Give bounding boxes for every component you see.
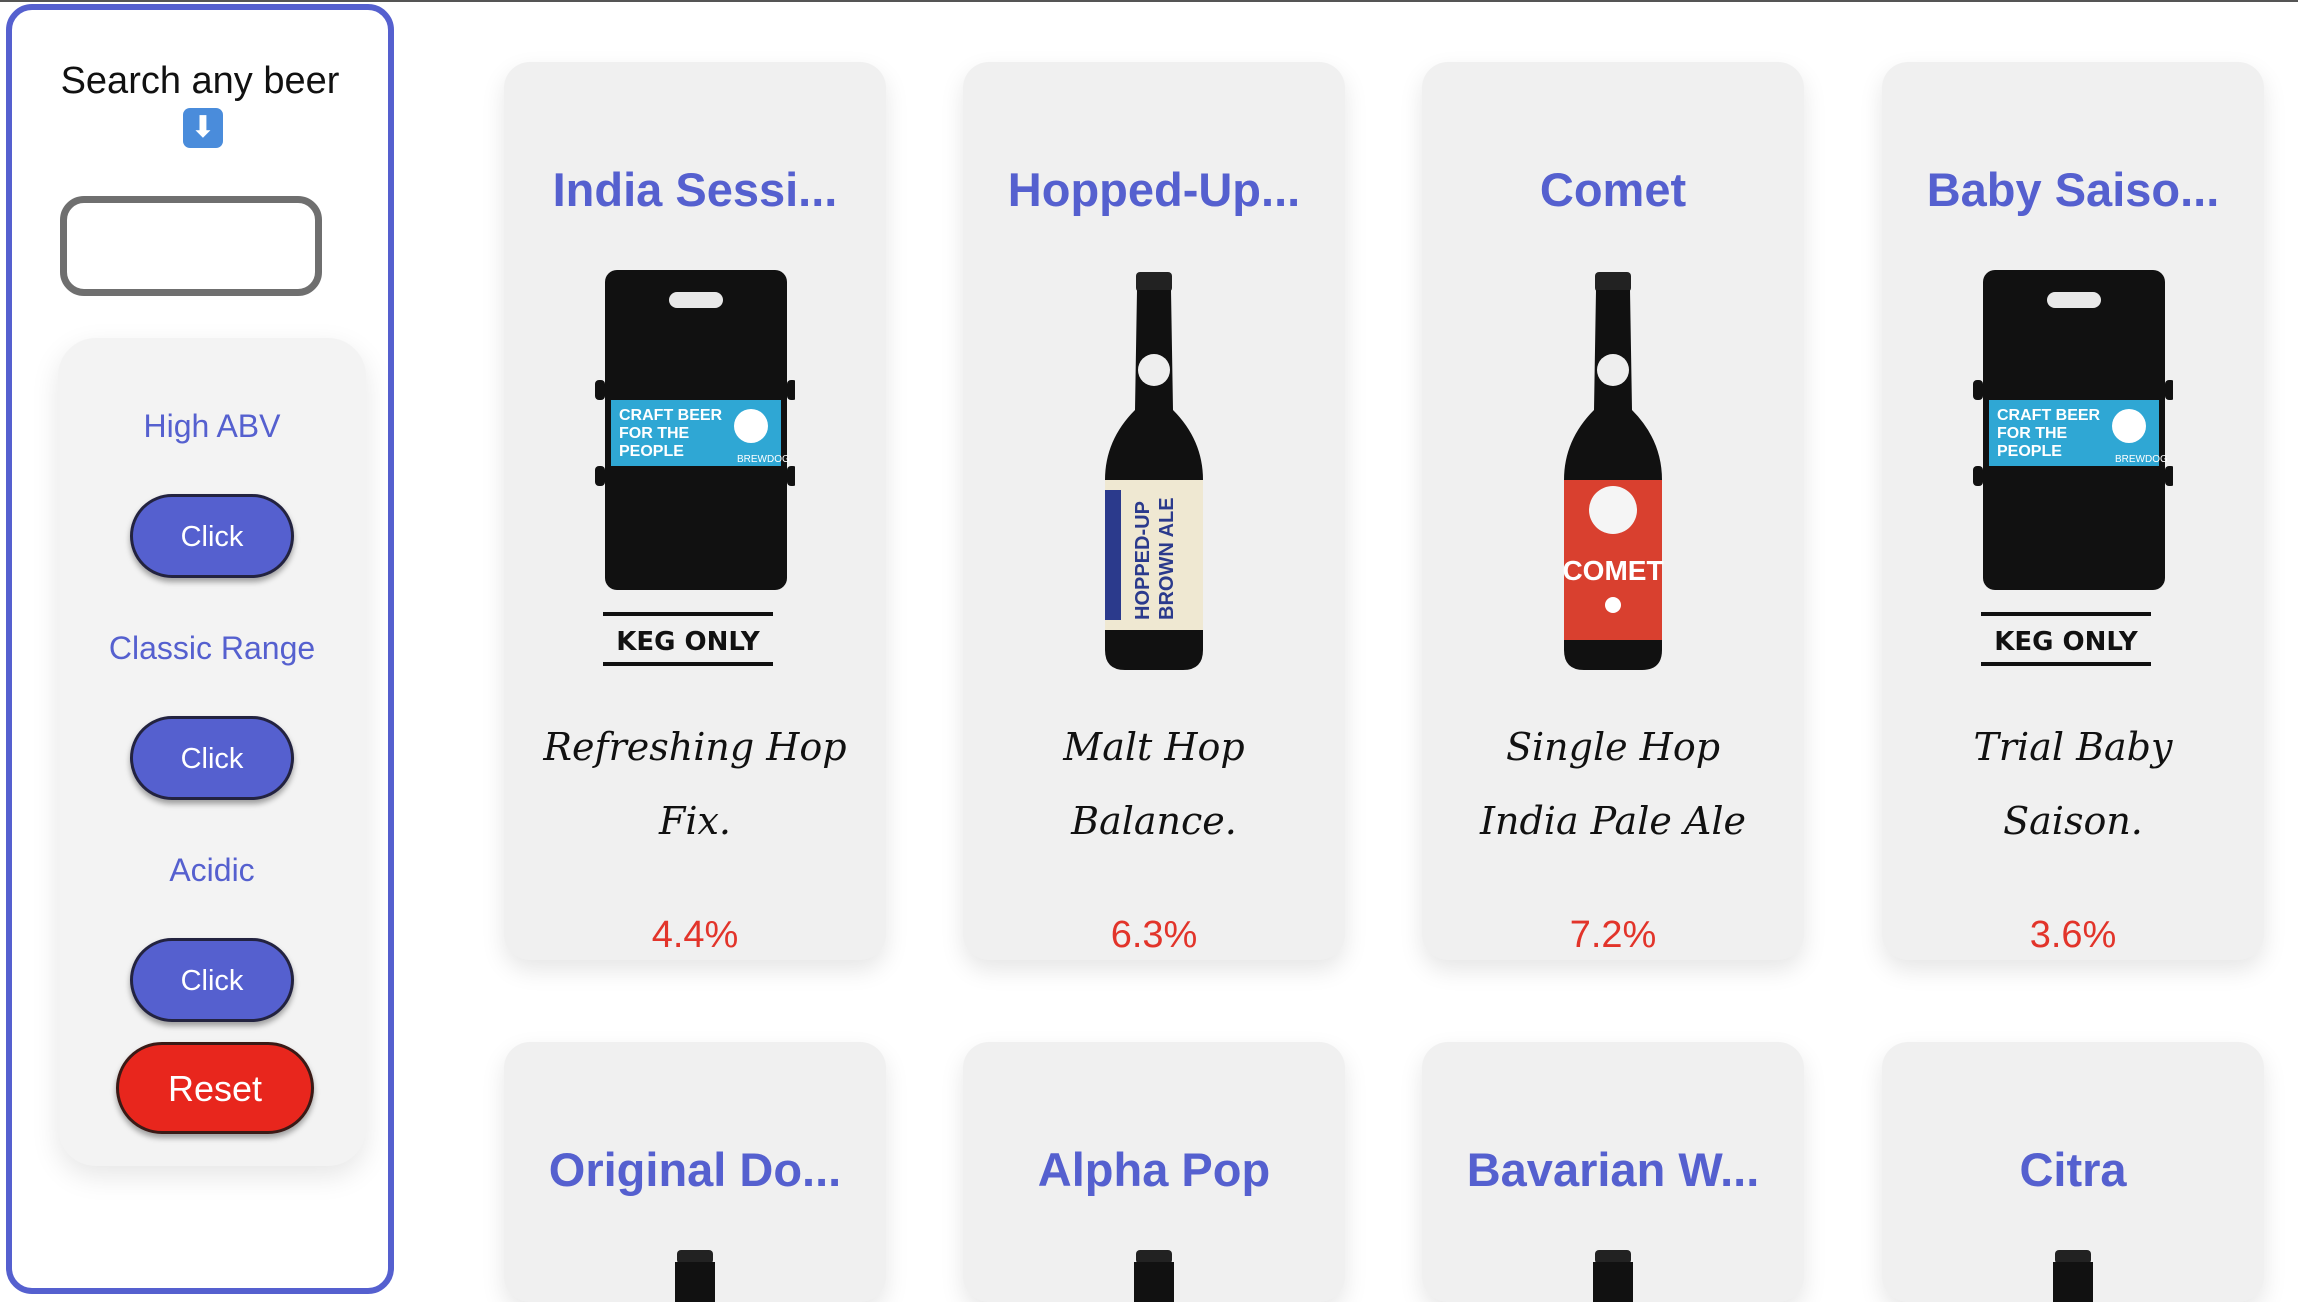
search-input[interactable] bbox=[60, 196, 322, 296]
svg-text:PEOPLE: PEOPLE bbox=[619, 443, 684, 460]
beer-card[interactable]: India Sessi... CRAFT BEER FOR THE PEOPLE… bbox=[504, 62, 886, 960]
svg-text:BREWDOG: BREWDOG bbox=[737, 454, 790, 465]
svg-text:COMET: COMET bbox=[1562, 555, 1663, 586]
beer-card[interactable]: Hopped-Up... HOPPED-UP BROWN ALE Malt Ho… bbox=[963, 62, 1345, 960]
svg-text:KEG ONLY: KEG ONLY bbox=[1994, 627, 2139, 657]
classic-range-button[interactable]: Click bbox=[130, 716, 294, 800]
beer-tagline: Single Hop India Pale Ale bbox=[1479, 725, 1747, 843]
beer-name: Citra bbox=[2019, 1143, 2127, 1196]
beer-abv: 6.3% bbox=[1110, 914, 1198, 956]
filter-label-high-abv: High ABV bbox=[143, 408, 281, 444]
beer-name: India Sessi... bbox=[552, 163, 838, 216]
bottle-image: COMET bbox=[1562, 272, 1664, 670]
window-top-edge bbox=[0, 0, 2298, 2]
beer-name: Baby Saiso... bbox=[1926, 163, 2220, 216]
search-title: Search any beer bbox=[60, 60, 340, 102]
down-arrow-icon: ⬇ bbox=[183, 108, 223, 148]
beer-name: Comet bbox=[1539, 163, 1687, 216]
acidic-button[interactable]: Click bbox=[130, 938, 294, 1022]
svg-text:FOR THE: FOR THE bbox=[1997, 425, 2068, 442]
beer-name: Bavarian W... bbox=[1466, 1143, 1760, 1196]
beer-card[interactable]: Bavarian W... bbox=[1422, 1042, 1804, 1302]
beer-name: Original Do... bbox=[548, 1143, 842, 1196]
keg-image: CRAFT BEER FOR THE PEOPLE BREWDOG KEG ON… bbox=[595, 270, 795, 666]
filter-panel: High ABV Click Classic Range Click Acidi… bbox=[58, 338, 366, 1166]
svg-text:CRAFT BEER: CRAFT BEER bbox=[619, 407, 723, 424]
filter-label-classic-range: Classic Range bbox=[108, 630, 316, 666]
beer-abv: 3.6% bbox=[2029, 914, 2117, 956]
beer-card[interactable]: Comet COMET Single Hop India Pale Ale 7.… bbox=[1422, 62, 1804, 960]
beer-card[interactable]: Original Do... bbox=[504, 1042, 886, 1302]
reset-button[interactable]: Reset bbox=[116, 1042, 314, 1134]
bottle-image bbox=[1593, 1250, 1633, 1302]
beer-card[interactable]: Citra bbox=[1882, 1042, 2264, 1302]
beer-name: Hopped-Up... bbox=[1007, 163, 1301, 216]
beer-tagline: Malt Hop Balance. bbox=[1063, 725, 1245, 843]
bottle-image bbox=[675, 1250, 715, 1302]
beer-tagline: Trial Baby Saison. bbox=[1973, 725, 2173, 843]
beer-tagline: Refreshing Hop Fix. bbox=[543, 725, 847, 843]
svg-text:PEOPLE: PEOPLE bbox=[1997, 443, 2062, 460]
beer-card[interactable]: Baby Saiso... CRAFT BEER FOR THE PEOPLE … bbox=[1882, 62, 2264, 960]
svg-text:HOPPED-UP: HOPPED-UP bbox=[1132, 501, 1154, 620]
beer-name: Alpha Pop bbox=[1037, 1143, 1271, 1196]
sidebar: Search any beer ⬇ High ABV Click Classic… bbox=[6, 4, 394, 1294]
bottle-image bbox=[2053, 1250, 2093, 1302]
keg-image: CRAFT BEER FOR THE PEOPLE BREWDOG KEG ON… bbox=[1973, 270, 2173, 666]
beer-card[interactable]: Alpha Pop bbox=[963, 1042, 1345, 1302]
bottle-image: HOPPED-UP BROWN ALE bbox=[1105, 272, 1203, 670]
filter-label-acidic: Acidic bbox=[169, 852, 255, 888]
svg-text:BROWN ALE: BROWN ALE bbox=[1156, 497, 1178, 620]
bottle-image bbox=[1134, 1250, 1174, 1302]
svg-text:KEG ONLY: KEG ONLY bbox=[616, 627, 761, 657]
svg-text:FOR THE: FOR THE bbox=[619, 425, 690, 442]
beer-abv: 7.2% bbox=[1569, 914, 1657, 956]
svg-text:CRAFT BEER: CRAFT BEER bbox=[1997, 407, 2101, 424]
svg-text:BREWDOG: BREWDOG bbox=[2115, 454, 2168, 465]
high-abv-button[interactable]: Click bbox=[130, 494, 294, 578]
beer-abv: 4.4% bbox=[651, 914, 739, 956]
